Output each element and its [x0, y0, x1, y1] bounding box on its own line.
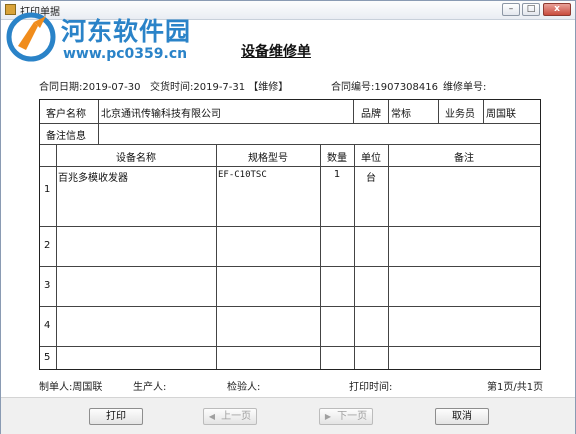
customer-value: 北京通讯传输科技有限公司 [101, 109, 221, 120]
brand-label: 品牌 [361, 109, 381, 120]
document-title: 设备维修单 [241, 44, 311, 60]
repair-table: 客户名称 北京通讯传输科技有限公司 品牌 常标 业务员 周国联 备注信息 设备名… [39, 99, 541, 370]
header-quantity: 数量 [327, 153, 347, 164]
contract-date: 合同日期:2019-07-30 [39, 82, 141, 93]
contract-number: 合同编号:1907308416 [331, 82, 438, 93]
repair-number: 维修单号: [443, 82, 487, 93]
brand-value: 常标 [391, 109, 411, 120]
footer-page-info: 第1页/共1页 [487, 382, 544, 393]
watermark-logo-icon [6, 12, 56, 62]
footer-maker: 制单人:周国联 [39, 382, 103, 393]
button-bar: 打印 ◀ 上一页 ▶ 下一页 取消 [1, 397, 575, 434]
maximize-button[interactable]: □ [522, 3, 540, 16]
row-number: 4 [44, 320, 51, 331]
header-device-name: 设备名称 [116, 153, 156, 164]
print-window: 打印单据 – □ x 河东软件园 www.pc0359.cn 设备维修单 合同日… [0, 0, 576, 434]
header-remark: 备注 [454, 153, 474, 164]
row-number: 5 [44, 352, 51, 363]
footer-producer: 生产人: [133, 382, 167, 393]
remark-label: 备注信息 [46, 131, 86, 142]
arrow-left-icon: ◀ [208, 412, 216, 421]
minimize-button[interactable]: – [502, 3, 520, 16]
cancel-button[interactable]: 取消 [435, 408, 489, 425]
footer-inspector: 检验人: [227, 382, 261, 393]
row-device-name: 百兆多模收发器 [58, 173, 128, 184]
arrow-right-icon: ▶ [324, 412, 332, 421]
row-number: 3 [44, 280, 51, 291]
next-page-label: 下一页 [337, 411, 368, 422]
header-model: 规格型号 [248, 153, 288, 164]
watermark-url: www.pc0359.cn [63, 46, 188, 62]
customer-label: 客户名称 [46, 109, 86, 120]
next-page-button[interactable]: ▶ 下一页 [319, 408, 373, 425]
print-button[interactable]: 打印 [89, 408, 143, 425]
row-number: 1 [44, 184, 51, 195]
row-unit: 台 [366, 173, 376, 184]
footer-print-time: 打印时间: [349, 382, 393, 393]
site-watermark: 河东软件园 www.pc0359.cn [1, 6, 221, 68]
header-unit: 单位 [361, 153, 381, 164]
sales-label: 业务员 [445, 109, 475, 120]
sales-value: 周国联 [486, 109, 516, 120]
watermark-site-name: 河东软件园 [61, 17, 192, 46]
row-number: 2 [44, 240, 51, 251]
prev-page-label: 上一页 [221, 411, 252, 422]
close-button[interactable]: x [543, 3, 571, 16]
row-model: EF-C10TSC [218, 170, 267, 180]
trade-time: 交货时间:2019-7-31 【维修】 [150, 82, 289, 93]
row-quantity: 1 [333, 169, 341, 180]
prev-page-button[interactable]: ◀ 上一页 [203, 408, 257, 425]
